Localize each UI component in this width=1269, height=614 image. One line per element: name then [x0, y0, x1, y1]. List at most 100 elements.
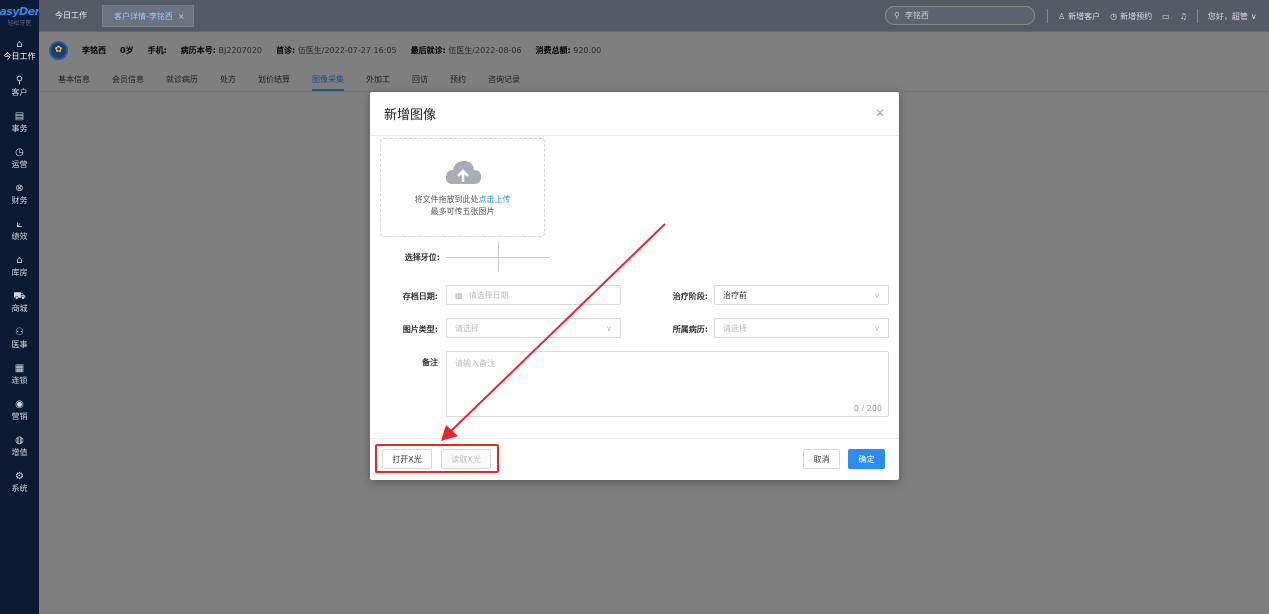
sidebar-item-warehouse[interactable]: ⌂ 库房 [0, 248, 39, 284]
tab-consultation[interactable]: 咨询记录 [477, 68, 531, 91]
tooth-grid-vertical [498, 242, 499, 272]
tab-image-capture[interactable]: 图像采集 [301, 68, 355, 91]
sidebar-item-customer[interactable]: ⚲ 客户 [0, 68, 39, 104]
gear-icon: ⚙ [15, 470, 24, 482]
search-value: 李铭西 [904, 11, 929, 20]
tab-follow-up[interactable]: 回访 [401, 68, 439, 91]
chevron-down-icon: ∨ [874, 324, 880, 333]
chart-icon: ⟀ [16, 218, 23, 230]
dialog-title: 新增图像 [384, 108, 437, 123]
image-type-placeholder: 请选择 [455, 323, 479, 333]
last-visit-value: 伍医生/2022-08-06 [448, 45, 522, 55]
tab-customer-detail[interactable]: 客户详情-李铭西 × [102, 5, 194, 27]
message-icon[interactable]: ▭ [1162, 12, 1170, 21]
tab-member-info[interactable]: 会员信息 [101, 68, 155, 91]
treatment-stage-select[interactable]: 治疗前 ∨ [714, 285, 889, 305]
sidebar-item-label: 客户 [11, 87, 28, 97]
tab-basic-info[interactable]: 基本信息 [47, 68, 101, 91]
sidebar-item-task[interactable]: ▤ 事务 [0, 104, 39, 140]
close-icon[interactable]: ✕ [875, 106, 885, 120]
toolbar-actions: ♙ 新增客户 ◷ 新增预约 ▭ ♫ 您好，超管 ∨ [1047, 0, 1257, 32]
search-input[interactable]: ⚲ 李铭西 [885, 6, 1035, 25]
sidebar-item-operation[interactable]: ◷ 运营 [0, 140, 39, 176]
chevron-down-icon: ∨ [874, 291, 880, 300]
sidebar-item-marketing[interactable]: ◉ 营销 [0, 392, 39, 428]
dialog-header: 新增图像 ✕ [370, 92, 899, 136]
chain-icon: ▦ [14, 362, 25, 374]
chevron-down-icon: ∨ [606, 324, 612, 333]
sidebar-item-performance[interactable]: ⟀ 绩效 [0, 212, 39, 248]
close-icon[interactable]: × [178, 12, 185, 21]
total-label: 消费总额: [535, 45, 571, 55]
sidebar-item-system[interactable]: ⚙ 系统 [0, 464, 39, 500]
add-customer-label: 新增客户 [1068, 11, 1101, 21]
sidebar-item-label: 运营 [11, 159, 28, 169]
last-visit-label: 最后就诊: [410, 45, 446, 55]
char-count: 0 / 200 [853, 404, 882, 413]
total-value: 920.00 [573, 45, 602, 55]
sidebar-item-label: 医事 [11, 339, 28, 349]
patient-name: 李铭西 [82, 45, 106, 55]
archive-date-label: 存档日期: [402, 292, 438, 301]
image-type-select[interactable]: 请选择 ∨ [446, 318, 621, 338]
app-logo[interactable]: EasyDent 轻松牙医 [0, 0, 47, 32]
search-icon: ⚲ [894, 11, 900, 20]
tab-today[interactable]: 今日工作 [55, 10, 87, 21]
first-visit-value: 伍医生/2022-07-27 16:05 [297, 45, 397, 55]
sidebar-item-medical[interactable]: ⚇ 医事 [0, 320, 39, 356]
divider [1196, 9, 1198, 23]
sidebar-item-label: 库房 [11, 267, 28, 277]
cloud-upload-icon [445, 160, 481, 184]
avatar: ✿ [49, 40, 68, 60]
tab-billing[interactable]: 划价结算 [247, 68, 301, 91]
sidebar-item-label: 商城 [11, 303, 28, 313]
record-placeholder: 请选择 [723, 323, 747, 333]
upload-hint-text: 将文件拖放到此处 [414, 194, 479, 204]
tab-appointment[interactable]: 预约 [439, 68, 477, 91]
record-label: 病历本号: [180, 45, 216, 55]
add-appointment-label: 新增预约 [1120, 11, 1153, 21]
add-appointment-button[interactable]: ◷ 新增预约 [1110, 11, 1152, 22]
team-icon: ⚇ [15, 326, 24, 338]
bell-icon[interactable]: ♫ [1180, 12, 1187, 21]
archive-date-field[interactable]: ▦ 请选择日期 [446, 285, 621, 305]
note-label: 备注 [422, 358, 438, 367]
note-placeholder: 请输入备注 [455, 359, 495, 368]
tab-medical-record[interactable]: 就诊病历 [155, 68, 209, 91]
upload-hint: 将文件拖放到此处点击上传 最多可传五张图片 [415, 194, 511, 218]
sidebar-item-chain[interactable]: ▦ 连锁 [0, 356, 39, 392]
user-menu[interactable]: 您好，超管 ∨ [1208, 11, 1257, 22]
note-textarea[interactable]: 请输入备注 0 / 200 [446, 351, 889, 417]
upload-dropzone[interactable]: 将文件拖放到此处点击上传 最多可传五张图片 [380, 138, 545, 237]
money-icon: ⊗ [15, 182, 24, 194]
confirm-button[interactable]: 确定 [848, 449, 885, 469]
sidebar-item-mall[interactable]: ⛟ 商城 [0, 284, 39, 320]
sidebar-item-label: 营销 [11, 411, 28, 421]
highlight-box [375, 444, 499, 473]
record-select[interactable]: 请选择 ∨ [714, 318, 889, 338]
clock-add-icon: ◷ [1110, 11, 1118, 21]
sidebar-item-today[interactable]: ⌂ 今日工作 [0, 32, 39, 68]
sidebar-item-label: 连锁 [11, 375, 28, 385]
upload-link[interactable]: 点击上传 [479, 195, 511, 204]
first-visit-label: 首诊: [276, 45, 296, 55]
user-icon: ⚲ [15, 74, 24, 86]
sidebar-item-finance[interactable]: ⊗ 财务 [0, 176, 39, 212]
treatment-stage-label: 治疗阶段: [672, 292, 708, 301]
add-customer-button[interactable]: ♙ 新增客户 [1058, 11, 1100, 22]
sidebar-item-addon[interactable]: ◍ 增值 [0, 428, 39, 464]
greeting-text: 您好，超管 [1207, 11, 1248, 21]
tab-prescription[interactable]: 处方 [209, 68, 247, 91]
tooth-position-picker[interactable] [446, 242, 550, 272]
topbar: 今日工作 客户详情-李铭西 × ⚲ 李铭西 ♙ 新增客户 ◷ 新增预约 ▭ ♫ 您好… [39, 0, 1269, 32]
clock-icon: ◷ [15, 146, 24, 158]
date-placeholder: 请选择日期 [468, 290, 509, 300]
divider [1047, 9, 1048, 23]
cancel-button[interactable]: 取消 [803, 449, 840, 469]
patient-age: 0岁 [120, 45, 134, 55]
upload-limit-text: 最多可传五张图片 [430, 206, 495, 216]
tab-label: 客户详情-李铭西 [114, 11, 173, 21]
calendar-icon: ▦ [455, 290, 463, 300]
tab-external-processing[interactable]: 外加工 [355, 68, 401, 91]
sidebar-item-label: 今日工作 [3, 51, 36, 61]
